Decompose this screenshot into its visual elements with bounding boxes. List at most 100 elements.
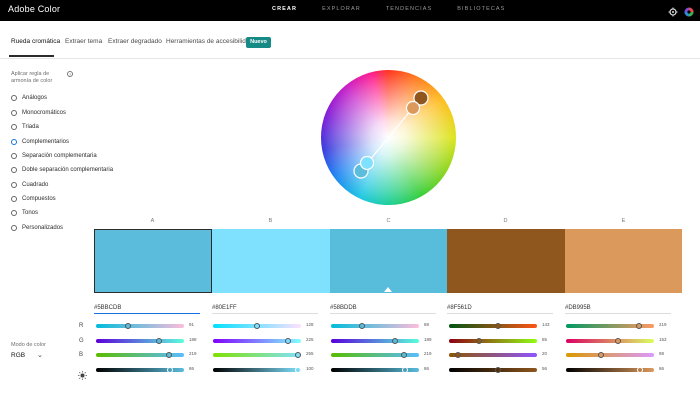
radio-icon[interactable] xyxy=(11,153,17,159)
slider-value-r[interactable]: 88 xyxy=(424,322,429,327)
slider-thumb[interactable] xyxy=(295,352,301,358)
slider-value-b[interactable]: 98 xyxy=(659,351,664,356)
slider-brightness-d[interactable] xyxy=(449,367,537,373)
hex-input-a[interactable]: #5BBCDB xyxy=(94,305,200,314)
radio-icon[interactable] xyxy=(11,167,17,173)
slider-r-c[interactable] xyxy=(331,323,419,329)
slider-thumb[interactable] xyxy=(125,323,132,329)
slider-brightness-c[interactable] xyxy=(331,367,419,373)
rule-separacion-complementaria[interactable]: Separación complementaria xyxy=(11,153,97,159)
slider-thumb[interactable] xyxy=(636,323,643,329)
rule-monocromaticos[interactable]: Monocromáticos xyxy=(11,110,66,116)
slider-value-b[interactable]: 219 xyxy=(189,351,197,356)
swatch-e[interactable] xyxy=(565,229,682,293)
slider-thumb[interactable] xyxy=(166,352,173,358)
slider-g-c[interactable] xyxy=(331,338,419,344)
slider-r-a[interactable] xyxy=(96,323,184,329)
rule-doble-separacion[interactable]: Doble separación complementaria xyxy=(11,167,113,173)
slider-b-d[interactable] xyxy=(449,352,537,358)
radio-icon[interactable] xyxy=(11,95,17,101)
slider-thumb[interactable] xyxy=(597,352,604,358)
adobe-color-icon[interactable] xyxy=(684,4,694,17)
slider-value-b[interactable]: 219 xyxy=(424,351,432,356)
app-title[interactable]: Adobe Color xyxy=(8,4,60,14)
tab-rueda-cromatica[interactable]: Rueda cromática xyxy=(11,38,60,45)
radio-icon[interactable] xyxy=(11,196,17,202)
rule-analogos[interactable]: Análogos xyxy=(11,95,47,101)
nav-explorar[interactable]: EXPLORAR xyxy=(322,6,361,12)
info-icon[interactable]: ? xyxy=(67,71,73,77)
slider-value-g[interactable]: 189 xyxy=(424,337,432,342)
slider-brightness-e[interactable] xyxy=(566,367,654,373)
slider-value-b[interactable]: 255 xyxy=(306,351,314,356)
slider-value-r[interactable]: 128 xyxy=(306,322,314,327)
slider-value-brightness[interactable]: 100 xyxy=(306,366,314,371)
nav-bibliotecas[interactable]: BIBLIOTECAS xyxy=(457,6,505,12)
slider-value-brightness[interactable]: 86 xyxy=(424,366,429,371)
swatch-c[interactable] xyxy=(330,229,447,293)
slider-value-r[interactable]: 219 xyxy=(659,322,667,327)
slider-r-b[interactable] xyxy=(213,323,301,329)
slider-thumb[interactable] xyxy=(494,367,501,373)
slider-value-b[interactable]: 20 xyxy=(542,351,547,356)
slider-brightness-a[interactable] xyxy=(96,367,184,373)
slider-value-g[interactable]: 225 xyxy=(306,337,314,342)
tab-herramientas-accesibilidad[interactable]: Herramientas de accesibilidad xyxy=(166,38,253,45)
slider-r-d[interactable] xyxy=(449,323,537,329)
slider-g-b[interactable] xyxy=(213,338,301,344)
radio-icon[interactable] xyxy=(11,182,17,188)
slider-b-c[interactable] xyxy=(331,352,419,358)
slider-g-e[interactable] xyxy=(566,338,654,344)
slider-thumb[interactable] xyxy=(295,367,301,373)
slider-thumb[interactable] xyxy=(494,323,501,329)
swatch-b[interactable] xyxy=(212,229,330,293)
slider-value-r[interactable]: 91 xyxy=(189,322,194,327)
slider-value-brightness[interactable]: 86 xyxy=(189,366,194,371)
nav-crear[interactable]: CREAR xyxy=(272,6,297,12)
slider-value-g[interactable]: 85 xyxy=(542,337,547,342)
slider-r-e[interactable] xyxy=(566,323,654,329)
hex-input-b[interactable]: #80E1FF xyxy=(212,305,318,314)
slider-thumb[interactable] xyxy=(391,338,398,344)
radio-icon[interactable] xyxy=(11,210,17,216)
slider-thumb[interactable] xyxy=(166,367,173,373)
handle-b[interactable] xyxy=(359,155,375,171)
hex-input-e[interactable]: #DB995B xyxy=(565,305,671,314)
slider-thumb[interactable] xyxy=(615,338,622,344)
hex-input-c[interactable]: #58BDDB xyxy=(330,305,436,314)
radio-icon[interactable] xyxy=(11,225,17,231)
rule-personalizados[interactable]: Personalizados xyxy=(11,225,63,231)
swatch-a[interactable] xyxy=(94,229,212,293)
slider-value-brightness[interactable]: 86 xyxy=(659,366,664,371)
slider-thumb[interactable] xyxy=(285,338,292,344)
chevron-down-icon[interactable]: ⌄ xyxy=(37,351,43,359)
slider-thumb[interactable] xyxy=(476,338,483,344)
rule-cuadrado[interactable]: Cuadrado xyxy=(11,182,48,188)
radio-selected-icon[interactable] xyxy=(11,139,17,145)
slider-thumb[interactable] xyxy=(636,367,643,373)
swatch-d[interactable] xyxy=(447,229,565,293)
settings-icon[interactable] xyxy=(668,4,678,17)
slider-thumb[interactable] xyxy=(455,352,462,358)
slider-thumb[interactable] xyxy=(359,323,366,329)
slider-g-d[interactable] xyxy=(449,338,537,344)
slider-thumb[interactable] xyxy=(254,323,261,329)
radio-icon[interactable] xyxy=(11,124,17,130)
slider-value-g[interactable]: 153 xyxy=(659,337,667,342)
slider-b-b[interactable] xyxy=(213,352,301,358)
slider-value-g[interactable]: 188 xyxy=(189,337,197,342)
rule-complementarios[interactable]: Complementarios xyxy=(11,139,69,145)
nav-tendencias[interactable]: TENDENCIAS xyxy=(386,6,432,12)
slider-g-a[interactable] xyxy=(96,338,184,344)
slider-value-r[interactable]: 143 xyxy=(542,322,550,327)
slider-b-a[interactable] xyxy=(96,352,184,358)
slider-brightness-b[interactable] xyxy=(213,367,301,373)
handle-e[interactable] xyxy=(405,100,421,116)
slider-thumb[interactable] xyxy=(401,352,408,358)
slider-b-e[interactable] xyxy=(566,352,654,358)
tab-extraer-tema[interactable]: Extraer tema xyxy=(65,38,102,45)
hex-input-d[interactable]: #8F561D xyxy=(447,305,553,314)
tab-extraer-degradado[interactable]: Extraer degradado xyxy=(108,38,162,45)
rule-triada[interactable]: Triada xyxy=(11,124,39,130)
rule-tonos[interactable]: Tonos xyxy=(11,210,38,216)
